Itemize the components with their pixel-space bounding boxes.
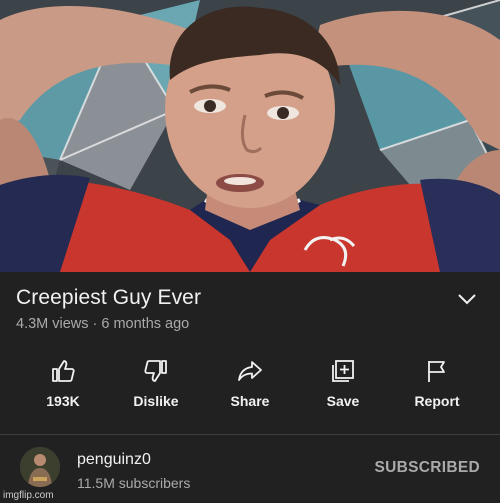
action-bar: 193K Dislike Share Save Report bbox=[0, 354, 500, 418]
chevron-down-icon[interactable] bbox=[456, 290, 478, 308]
view-count: 4.3M views bbox=[16, 316, 89, 332]
like-count: 193K bbox=[46, 393, 80, 409]
flag-icon bbox=[428, 361, 445, 382]
share-label: Share bbox=[230, 393, 270, 409]
thumbs-down-icon bbox=[144, 360, 167, 382]
dislike-button[interactable]: Dislike bbox=[111, 354, 201, 418]
channel-row: penguinz0 11.5M subscribers SUBSCRIBED bbox=[0, 435, 500, 503]
avatar-image bbox=[20, 447, 60, 487]
share-button[interactable]: Share bbox=[205, 354, 295, 418]
video-metadata: 4.3M views · 6 months ago bbox=[16, 316, 189, 332]
video-player[interactable] bbox=[0, 0, 500, 272]
thumbs-up-icon bbox=[52, 360, 75, 382]
share-arrow-icon bbox=[238, 361, 262, 381]
meta-separator: · bbox=[92, 316, 98, 332]
channel-name[interactable]: penguinz0 bbox=[77, 451, 151, 469]
video-frame-image bbox=[0, 0, 500, 272]
save-label: Save bbox=[326, 393, 360, 409]
save-button[interactable]: Save bbox=[298, 354, 388, 418]
report-button[interactable]: Report bbox=[392, 354, 482, 418]
subscribed-button[interactable]: SUBSCRIBED bbox=[375, 459, 480, 477]
subscriber-count: 11.5M subscribers bbox=[77, 475, 191, 491]
video-title[interactable]: Creepiest Guy Ever bbox=[16, 286, 201, 310]
like-button[interactable]: 193K bbox=[18, 354, 108, 418]
report-label: Report bbox=[414, 393, 460, 409]
video-info-panel: Creepiest Guy Ever 4.3M views · 6 months a… bbox=[0, 272, 500, 503]
upload-age: 6 months ago bbox=[101, 316, 190, 332]
save-playlist-icon bbox=[332, 360, 354, 382]
channel-avatar[interactable] bbox=[20, 447, 60, 487]
dislike-label: Dislike bbox=[133, 393, 179, 409]
watermark: imgflip.com bbox=[3, 490, 54, 501]
